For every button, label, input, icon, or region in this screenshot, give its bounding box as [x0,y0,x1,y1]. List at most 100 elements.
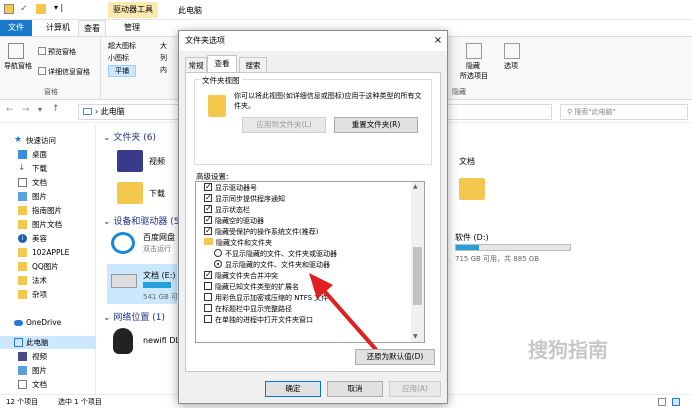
tab-view-dialog[interactable]: 查看 [207,55,237,73]
layout-list[interactable]: 列 [160,53,167,63]
folder-video[interactable]: 视频 [149,156,165,167]
network-device[interactable]: newifi DL [143,336,180,345]
nav-item-picture-docs[interactable]: 图片文档 [0,218,96,231]
search-input[interactable]: ⚲ 搜索"此电脑" [560,104,688,120]
forward-arrow-icon[interactable]: → [22,105,30,115]
nav-item-onedrive[interactable]: OneDrive [0,316,96,329]
nav-label: QQ图片 [32,262,59,271]
option-dont-show-hidden[interactable]: 不显示隐藏的文件、文件夹或驱动器 [214,249,337,260]
preview-pane-button[interactable]: 预览窗格 [38,47,76,57]
checkbox-unchecked[interactable] [204,282,212,290]
drive-d-label[interactable]: 软件 (D:) [455,232,489,243]
annotation-arrow-icon [309,273,381,355]
large-icons-view-icon[interactable] [672,398,680,406]
tab-search[interactable]: 搜索 [239,57,267,72]
video-folder-icon [117,150,143,172]
checkbox-checked[interactable] [204,192,212,203]
nav-item-spells[interactable]: 法术 [0,274,96,287]
picture-icon [18,366,27,375]
recent-dropdown-icon[interactable]: ▾ [38,105,42,114]
new-folder-icon[interactable] [36,4,46,14]
download-folder-icon [117,182,143,204]
option-full-path-title[interactable]: 在标题栏中显示完整路径 [204,304,292,315]
checkbox-unchecked[interactable] [204,293,212,301]
layout-large[interactable]: 大 [160,41,167,51]
layout-extra-large[interactable]: 超大图标 [108,41,136,51]
option-label: 在标题栏中显示完整路径 [215,305,292,313]
devices-group-header[interactable]: ⌄ 设备和驱动器 (5 [103,214,180,227]
baidu-netdisk[interactable]: 百度网盘 [143,232,175,243]
checkbox-checked[interactable] [204,269,212,280]
nav-item-qq-pictures[interactable]: QQ图片 [0,260,96,273]
tab-view[interactable]: 查看 [78,20,106,36]
tab-general[interactable]: 常规 [185,57,207,72]
checkbox-checked[interactable] [204,225,212,236]
selection-count: 选中 1 个项目 [58,398,102,406]
nav-item-this-pc[interactable]: 此电脑 [0,336,96,349]
option-hide-extensions[interactable]: 隐藏已知文件类型的扩展名 [204,282,299,293]
scroll-down-icon[interactable]: ▼ [413,333,418,340]
nav-item-documents-pc[interactable]: 文档 [0,378,96,391]
apply-to-folders-button[interactable]: 应用到文件夹(L) [242,117,326,133]
options-button[interactable]: 选项 [504,61,518,71]
scrollbar-thumb[interactable] [413,247,422,305]
tab-file[interactable]: 文件 [0,20,32,36]
scroll-up-icon[interactable]: ▲ [413,183,418,190]
address-path: 此电脑 [100,107,125,116]
checkbox-unchecked[interactable] [204,315,212,323]
network-group-header[interactable]: ⌄ 网络位置 (1) [103,310,165,323]
details-pane-button[interactable]: 详细信息窗格 [38,67,90,77]
ok-button[interactable]: 确定 [265,381,321,397]
cancel-button[interactable]: 取消 [327,381,383,397]
nav-item-documents[interactable]: 文档 [0,176,96,189]
checkbox-checked[interactable] [204,214,212,225]
option-hide-protected-os-files[interactable]: 隐藏受保护的操作系统文件(推荐) [204,225,318,238]
nav-item-videos[interactable]: 视频 [0,350,96,363]
option-sync-notifications[interactable]: 显示同步提供程序通知 [204,192,285,205]
apply-button[interactable]: 应用(A) [389,381,441,397]
layout-tiles[interactable]: 平铺 [108,65,136,77]
hide-selected-button[interactable]: 隐藏 [466,61,480,71]
details-view-icon[interactable] [658,398,666,406]
nav-item-pictures-pc[interactable]: 图片 [0,364,96,377]
properties-icon[interactable]: ✓ [20,4,30,14]
quick-access-dropdown-icon[interactable]: ▾ | [54,3,63,12]
option-hide-empty-drives[interactable]: 隐藏空的驱动器 [204,214,264,227]
nav-item-desktop[interactable]: 桌面 [0,148,96,161]
layout-small[interactable]: 小图标 [108,53,129,63]
nav-item-downloads[interactable]: ↓ 下载 [0,162,96,175]
folder-documents[interactable]: 文档 [459,156,475,167]
nav-item-102apple[interactable]: 102APPLE [0,246,96,259]
close-icon[interactable]: × [431,34,445,48]
nav-item-pictures[interactable]: 图片 [0,190,96,203]
nav-item-quick-access[interactable]: ★ 快速访问 [0,134,96,147]
option-hide-merge-conflicts[interactable]: 隐藏文件夹合并冲突 [204,269,278,282]
checkbox-checked[interactable] [204,182,212,192]
radio-unselected[interactable] [214,249,222,257]
option-show-drive-letters[interactable]: 显示驱动器号 [204,182,257,194]
nav-label: 法术 [32,276,47,285]
restore-defaults-button[interactable]: 还原为默认值(D) [355,349,435,365]
folder-download[interactable]: 下载 [149,188,165,199]
folders-group-header[interactable]: ⌄ 文件夹 (6) [103,130,156,143]
nav-label: 指南图片 [32,206,62,215]
checkbox-unchecked[interactable] [204,304,212,312]
tab-computer[interactable]: 计算机 [40,20,76,36]
nav-label: 杂项 [32,290,47,299]
nav-item-beauty[interactable]: i 美容 [0,232,96,245]
back-arrow-icon[interactable]: ← [6,105,14,115]
nav-pane-button[interactable]: 导航窗格 [4,61,32,71]
drive-e-usage-bar [143,282,171,288]
up-arrow-icon[interactable]: ↑ [52,104,60,114]
tab-manage[interactable]: 管理 [110,20,154,36]
radio-selected[interactable] [214,260,222,268]
nav-item-misc[interactable]: 杂项 [0,288,96,301]
nav-item-guide-pictures[interactable]: 指南图片 [0,204,96,217]
devices-header-label: 设备和驱动器 (5 [113,217,180,227]
checkbox-checked[interactable] [204,203,212,214]
option-show-hidden[interactable]: 显示隐藏的文件、文件夹和驱动器 [214,260,330,271]
layout-content[interactable]: 内 [160,65,167,75]
reset-folders-button[interactable]: 重置文件夹(R) [334,117,418,133]
item-count: 12 个项目 [6,398,39,406]
option-separate-process[interactable]: 在单独的进程中打开文件夹窗口 [204,315,313,326]
